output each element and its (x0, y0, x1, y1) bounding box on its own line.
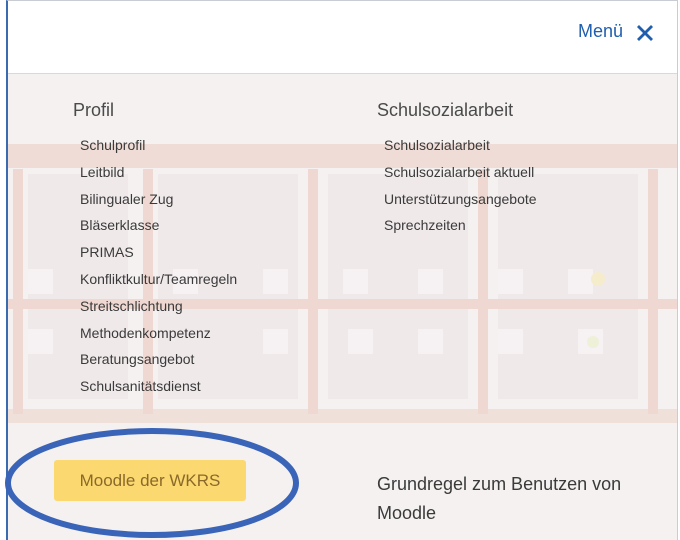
menu-toggle[interactable]: Menü (578, 21, 655, 42)
profil-menu: Schulprofil Leitbild Bilingualer Zug Blä… (80, 132, 237, 400)
ssa-item-schulsozialarbeit[interactable]: Schulsozialarbeit (384, 132, 537, 159)
close-icon[interactable] (635, 22, 655, 42)
menu-label: Menü (577, 21, 623, 41)
profil-item-leitbild[interactable]: Leitbild (80, 159, 237, 186)
profil-item-methodenkompetenz[interactable]: Methodenkompetenz (80, 320, 237, 347)
moodle-rule-link[interactable]: Grundregel zum Benutzen von Moodle (377, 470, 667, 528)
profil-item-beratungsangebot[interactable]: Beratungsangebot (80, 346, 237, 373)
profil-item-bilingualer-zug[interactable]: Bilingualer Zug (80, 186, 237, 213)
profil-item-schulsanitaetsdienst[interactable]: Schulsanitätsdienst (80, 373, 237, 400)
moodle-button-label: Moodle der WKRS (79, 470, 221, 490)
top-bar: Menü (8, 1, 677, 74)
profil-item-primas[interactable]: PRIMAS (80, 239, 237, 266)
profil-item-konfliktkultur[interactable]: Konfliktkultur/Teamregeln (80, 266, 237, 293)
schulsozialarbeit-menu: Schulsozialarbeit Schulsozialarbeit aktu… (384, 132, 537, 239)
profil-item-streitschlichtung[interactable]: Streitschlichtung (80, 293, 237, 320)
profil-item-schulprofil[interactable]: Schulprofil (80, 132, 237, 159)
profil-heading: Profil (73, 100, 115, 120)
menu-panel: Profil Schulprofil Leitbild Bilingualer … (8, 74, 677, 540)
menu-window: Menü Profil Schulprofil Leitbild Bilingu… (6, 0, 678, 540)
ssa-item-sprechzeiten[interactable]: Sprechzeiten (384, 212, 537, 239)
moodle-button[interactable]: Moodle der WKRS (54, 460, 246, 501)
ssa-item-aktuell[interactable]: Schulsozialarbeit aktuell (384, 159, 537, 186)
profil-item-blaeserklasse[interactable]: Bläserklasse (80, 212, 237, 239)
ssa-item-unterstuetzungsangebote[interactable]: Unterstützungsangebote (384, 186, 537, 213)
schulsozialarbeit-heading: Schulsozialarbeit (377, 100, 514, 120)
